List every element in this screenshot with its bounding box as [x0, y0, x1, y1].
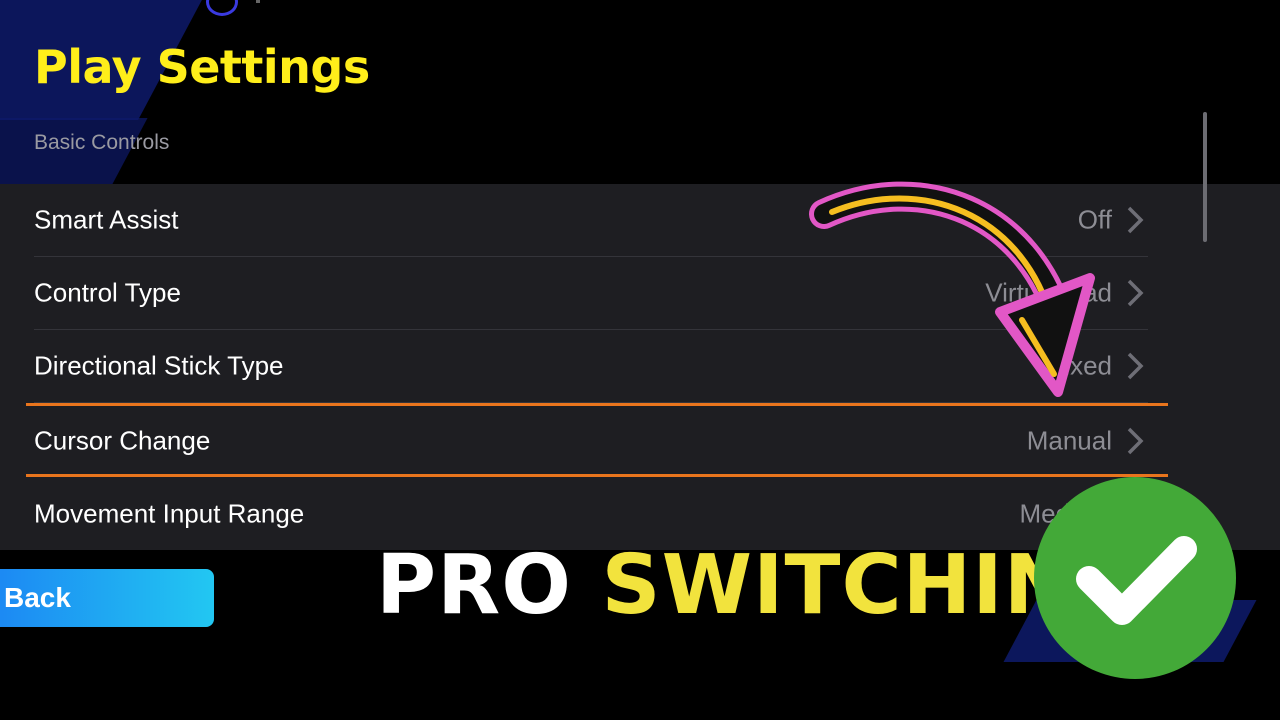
- overlay-word-1: PRO: [376, 538, 572, 633]
- chevron-right-icon: [1127, 352, 1144, 380]
- setting-label: Directional Stick Type: [34, 350, 284, 381]
- checkmark-icon: [1076, 536, 1197, 625]
- partial-top-icon: [206, 0, 238, 16]
- chevron-right-icon: [1127, 279, 1144, 307]
- setting-label: Cursor Change: [34, 425, 211, 455]
- setting-label: Control Type: [34, 277, 181, 308]
- check-badge: [1034, 477, 1236, 679]
- selection-highlight-bottom: [26, 474, 1168, 477]
- partial-top-mark: [256, 0, 260, 3]
- back-button[interactable]: Back: [0, 569, 214, 627]
- setting-label: Smart Assist: [34, 204, 179, 235]
- page-title: Play Settings: [34, 40, 370, 94]
- overlay-caption: PRO SWITCHING: [376, 538, 1142, 633]
- setting-value: Manual: [1026, 425, 1112, 455]
- curved-arrow-icon: [809, 181, 1095, 397]
- setting-row-cursor-change[interactable]: Cursor Change Manual: [34, 404, 1148, 477]
- setting-label: Movement Input Range: [34, 498, 305, 528]
- scrollbar[interactable]: [1203, 112, 1207, 242]
- section-label: Basic Controls: [34, 131, 170, 154]
- chevron-right-icon: [1127, 206, 1144, 234]
- chevron-right-icon: [1127, 427, 1144, 454]
